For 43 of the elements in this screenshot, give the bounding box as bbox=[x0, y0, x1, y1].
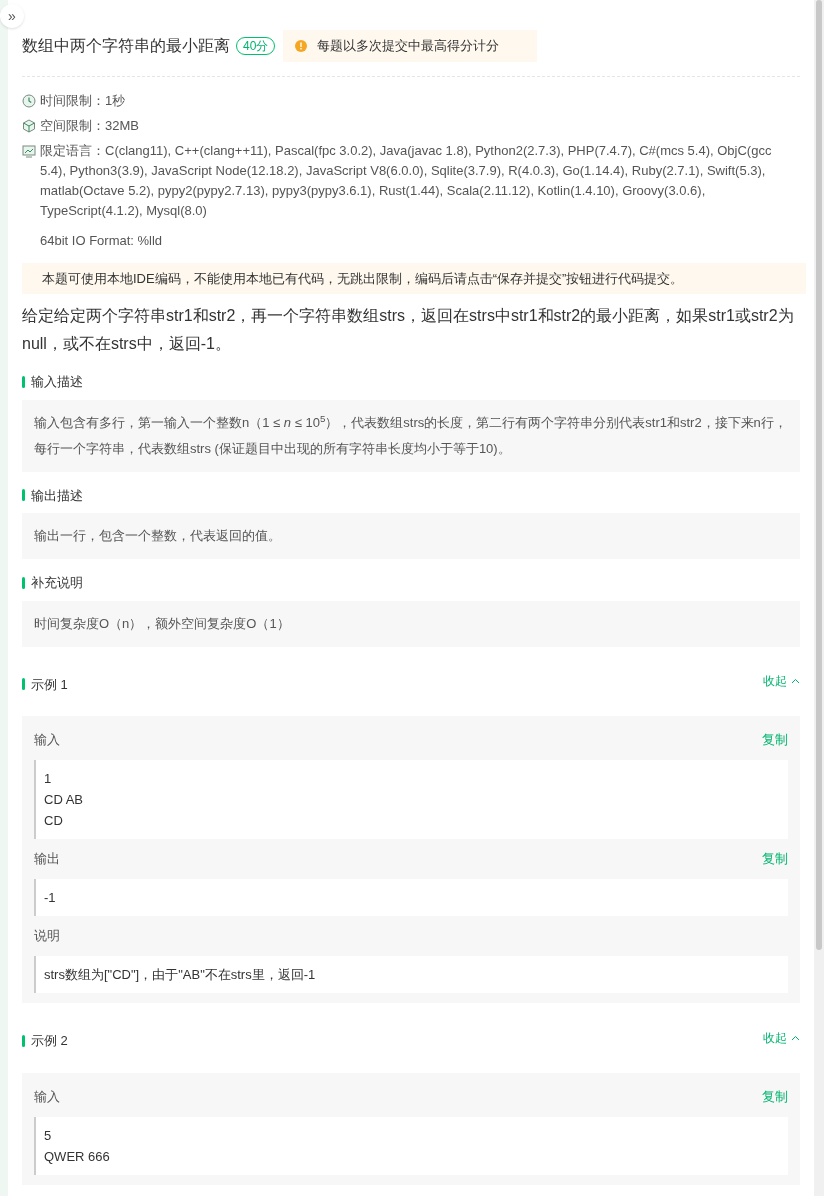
section-title: 示例 2 bbox=[31, 1032, 68, 1050]
limit-text: 空间限制：32MB bbox=[40, 117, 140, 135]
code-line: CD AB bbox=[44, 791, 84, 809]
section-body: 输入包含有多行，第一输入一个整数n（1 ≤ n ≤ 10$^{5}$），代表数组strs的长度，第二行有两个字符串分别代表str1和str2，接下来n行，每行一个字符串，代表数组strs (保证题目中出现的所有字符串长度均小于等于10)。 bbox=[22, 399, 800, 472]
block-label: 输出 bbox=[34, 850, 60, 869]
code-line: 5 bbox=[44, 1126, 53, 1145]
copy-button[interactable]: 复制 bbox=[762, 1086, 788, 1107]
code-line: strs数组为["CD"]，由于"AB"不在strs里，返回-1 bbox=[44, 966, 317, 984]
notice-text: 每题以多次提交中最高得分计分 bbox=[317, 37, 500, 56]
warning-icon bbox=[295, 40, 308, 52]
section-title: 输出描述 bbox=[31, 486, 83, 505]
block-label: 说明 bbox=[34, 927, 60, 946]
section-marker bbox=[22, 678, 25, 691]
section-marker bbox=[22, 1034, 25, 1047]
section-marker bbox=[22, 576, 25, 589]
problem-title: 数组中两个字符串的最小距离 bbox=[22, 36, 230, 56]
collapse-toggle[interactable]: 收起 bbox=[763, 672, 800, 691]
problem-description: 给定给定两个字符串str1和str2，再一个字符串数组strs，返回在strs中str1和str2的最小距离，如果str1或str2为null，或不在strs中，返回-1。 bbox=[22, 306, 795, 354]
limit-text: 时间限制：1秒 bbox=[40, 92, 127, 110]
chevron-icon bbox=[791, 678, 800, 685]
copy-button[interactable]: 复制 bbox=[762, 730, 788, 750]
code-line: CD bbox=[44, 812, 64, 830]
monitor-icon bbox=[22, 144, 36, 158]
section-title: 输入描述 bbox=[31, 373, 83, 391]
block-label: 输入 bbox=[34, 731, 60, 750]
section-marker bbox=[22, 375, 25, 388]
cube-icon bbox=[22, 119, 36, 133]
io-format: 64bit IO Format: %lld bbox=[40, 232, 164, 250]
section-body: 输出一行，包含一个整数，代表返回的值。 bbox=[22, 513, 800, 559]
ide-notice: 本题可使用本地IDE编码，不能使用本地已有代码，无跳出限制，编码后请点击“保存并提交”按钮进行代码提交。 bbox=[22, 262, 806, 294]
section-title: 示例 1 bbox=[31, 675, 68, 694]
block-label: 输入 bbox=[34, 1087, 60, 1106]
code-line: 1 bbox=[44, 770, 53, 788]
code-line: -1 bbox=[44, 889, 57, 907]
section-marker bbox=[22, 489, 25, 502]
clock-icon bbox=[22, 94, 36, 108]
chevron-icon bbox=[791, 1034, 800, 1041]
section-body: 时间复杂度O（n），额外空间复杂度O（1） bbox=[22, 600, 800, 647]
limit-text: 限定语言：C(clang11), C++(clang++11), Pascal(fpc 3.0.2), Java(javac 1.8), Python2(2.7.3), PHP(7.4.7), C#(mcs 5.4), ObjC(gcc 5.4), Python3(3.9), JavaScript Node(12.18.2), JavaScript V8(6.0.0), Sqlite(3.7.9), R(4.0.3), Go(1.14.4), Ruby(2.7.1), Swift(5.3), matlab(Octave 5.2), pypy2(pypy2.7.13), pypy3(pypy3.6.1), Rust(1.44), Scala(2.11.12), Kotlin(1.4.10), Groovy(3.0.6), TypeScript(4.1.2), Mysql(8.0) bbox=[40, 142, 773, 220]
section-title: 补充说明 bbox=[31, 574, 83, 592]
collapse-toggle[interactable]: 收起 bbox=[763, 1028, 800, 1047]
code-line: QWER 666 bbox=[44, 1147, 111, 1166]
copy-button[interactable]: 复制 bbox=[762, 849, 788, 869]
